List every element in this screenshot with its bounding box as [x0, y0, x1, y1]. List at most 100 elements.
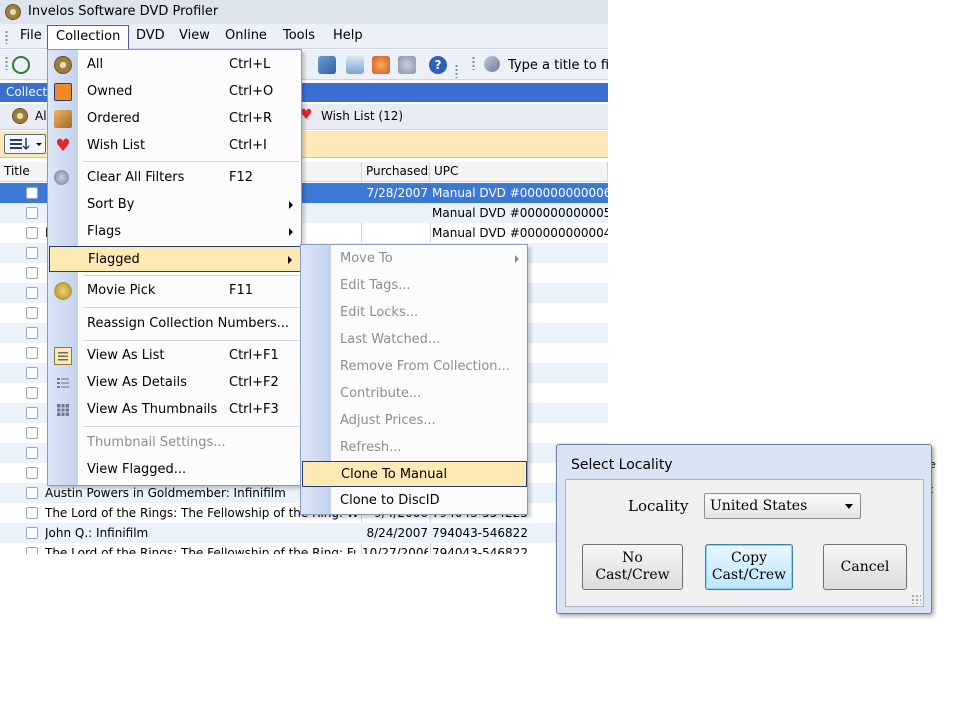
cell-upc: Manual DVD #000000000004: [432, 226, 608, 240]
menu-online[interactable]: Online: [224, 28, 268, 43]
submenu-item-move-to: Move To: [302, 246, 527, 272]
menu-item-shortcut: Ctrl+I: [229, 138, 267, 153]
menu-item-view-as-thumbnails[interactable]: View As Thumbnails Ctrl+F3: [49, 397, 301, 423]
row-flag-checkbox[interactable]: [26, 347, 38, 359]
house-icon: [54, 83, 72, 101]
row-flag-checkbox[interactable]: [26, 507, 38, 519]
submenu-item-clone-to-manual[interactable]: Clone To Manual: [302, 461, 527, 487]
row-flag-checkbox[interactable]: [26, 527, 38, 539]
column-header-purchased[interactable]: Purchased: [362, 162, 430, 182]
submenu-item-edit-tags: Edit Tags...: [302, 273, 527, 299]
menu-separator: [83, 426, 299, 427]
submenu-arrow-icon: [515, 255, 519, 263]
row-flag-checkbox[interactable]: [26, 447, 38, 459]
menu-item-label: Owned: [87, 84, 133, 99]
view-options-button[interactable]: [4, 134, 46, 154]
locality-label: Locality: [628, 497, 689, 515]
resize-grip-icon[interactable]: [911, 594, 921, 604]
table-row[interactable]: John Q.: Infinifilm 8/24/2007 794043-54682…: [0, 523, 608, 543]
menu-item-ordered[interactable]: Ordered Ctrl+R: [49, 106, 301, 132]
menu-item-label: Sort By: [87, 197, 135, 212]
row-flag-checkbox[interactable]: [26, 427, 38, 439]
menu-dvd[interactable]: DVD: [135, 28, 166, 43]
flagged-submenu: Move To Edit Tags... Edit Locks... Last …: [300, 244, 528, 515]
row-flag-checkbox[interactable]: [26, 367, 38, 379]
grip-icon: [472, 56, 475, 70]
menu-item-label: Reassign Collection Numbers...: [87, 316, 290, 331]
details-view-icon: [54, 374, 72, 392]
select-locality-dialog: Select Locality Locality United States N…: [556, 444, 932, 614]
menu-file[interactable]: File: [19, 28, 43, 43]
row-flag-checkbox[interactable]: [26, 187, 38, 199]
submenu-item-last-watched: Last Watched...: [302, 327, 527, 353]
palette-icon[interactable]: [372, 56, 390, 74]
row-flag-checkbox[interactable]: [26, 547, 38, 554]
menu-item-reassign-collection-numbers[interactable]: Reassign Collection Numbers...: [49, 311, 301, 337]
menu-tools[interactable]: Tools: [282, 28, 316, 43]
column-header-upc[interactable]: UPC: [430, 162, 608, 182]
menu-item-label: Wish List: [87, 138, 146, 153]
row-flag-checkbox[interactable]: [26, 307, 38, 319]
submenu-item-remove-from-collection: Remove From Collection...: [302, 354, 527, 380]
help-icon[interactable]: ?: [429, 56, 447, 74]
menu-item-wish-list[interactable]: ♥ Wish List Ctrl+I: [49, 133, 301, 159]
heart-icon: ♥: [55, 136, 71, 156]
tools-icon[interactable]: [398, 56, 416, 74]
filter-tab-wishlist[interactable]: Wish List (12): [321, 109, 403, 123]
menu-separator: [83, 307, 299, 308]
chevron-down-icon: [845, 504, 853, 509]
menu-help[interactable]: Help: [332, 28, 364, 43]
no-cast-crew-button[interactable]: No Cast/Crew: [582, 544, 683, 590]
menu-item-shortcut: Ctrl+F2: [229, 375, 279, 390]
menu-item-movie-pick[interactable]: Movie Pick F11: [49, 278, 301, 304]
menu-item-label: Thumbnail Settings...: [87, 435, 226, 450]
filter-tab-all[interactable]: Al: [35, 109, 47, 123]
grip-icon: [5, 56, 8, 70]
menu-item-shortcut: Ctrl+R: [229, 111, 273, 126]
row-flag-checkbox[interactable]: [26, 247, 38, 259]
search-icon: [484, 56, 500, 72]
title-search-input[interactable]: [508, 54, 608, 76]
table-row[interactable]: The Lord of the Rings: The Fellowship of…: [0, 543, 608, 554]
row-flag-checkbox[interactable]: [26, 267, 38, 279]
row-flag-checkbox[interactable]: [26, 467, 38, 479]
menu-item-label: View As Thumbnails: [87, 402, 218, 417]
menu-view[interactable]: View: [178, 28, 211, 43]
menu-item-owned[interactable]: Owned Ctrl+O: [49, 79, 301, 105]
row-flag-checkbox[interactable]: [26, 387, 38, 399]
overflow-icon[interactable]: [455, 64, 458, 78]
menu-item-view-as-list[interactable]: View As List Ctrl+F1: [49, 343, 301, 369]
menu-item-sort-by[interactable]: Sort By: [49, 192, 301, 218]
menu-item-label: Contribute...: [340, 386, 422, 401]
locality-select[interactable]: United States: [704, 493, 861, 519]
edit-icon[interactable]: [318, 56, 336, 74]
menu-item-flagged[interactable]: Flagged: [49, 246, 301, 272]
cancel-button[interactable]: Cancel: [823, 544, 907, 590]
row-flag-checkbox[interactable]: [26, 207, 38, 219]
row-flag-checkbox[interactable]: [26, 327, 38, 339]
menu-item-view-as-details[interactable]: View As Details Ctrl+F2: [49, 370, 301, 396]
menu-item-thumbnail-settings: Thumbnail Settings...: [49, 430, 301, 456]
collection-menu: All Ctrl+L Owned Ctrl+O Ordered Ctrl+R ♥…: [47, 49, 302, 486]
menu-item-flags[interactable]: Flags: [49, 219, 301, 245]
refresh-icon[interactable]: [12, 56, 30, 74]
disc-icon: [54, 56, 72, 74]
row-flag-checkbox[interactable]: [26, 407, 38, 419]
menu-item-view-flagged[interactable]: View Flagged...: [49, 457, 301, 483]
row-flag-checkbox[interactable]: [26, 227, 38, 239]
menu-item-clear-all-filters[interactable]: Clear All Filters F12: [49, 165, 301, 191]
sort-list-icon: [10, 138, 42, 151]
row-flag-checkbox[interactable]: [26, 287, 38, 299]
clear-filter-icon: [54, 170, 69, 185]
menu-item-label: Clone to DiscID: [340, 493, 440, 508]
menu-item-label: Move To: [340, 251, 393, 266]
menu-collection[interactable]: Collection: [47, 25, 130, 49]
submenu-item-clone-to-discid[interactable]: Clone to DiscID: [302, 488, 527, 514]
box-icon: [54, 110, 72, 128]
title-search: [482, 54, 608, 76]
copy-cast-crew-button[interactable]: Copy Cast/Crew: [705, 544, 793, 590]
row-flag-checkbox[interactable]: [26, 487, 38, 499]
report-icon[interactable]: [346, 56, 364, 74]
menu-item-label: Adjust Prices...: [340, 413, 436, 428]
menu-item-all[interactable]: All Ctrl+L: [49, 52, 301, 78]
